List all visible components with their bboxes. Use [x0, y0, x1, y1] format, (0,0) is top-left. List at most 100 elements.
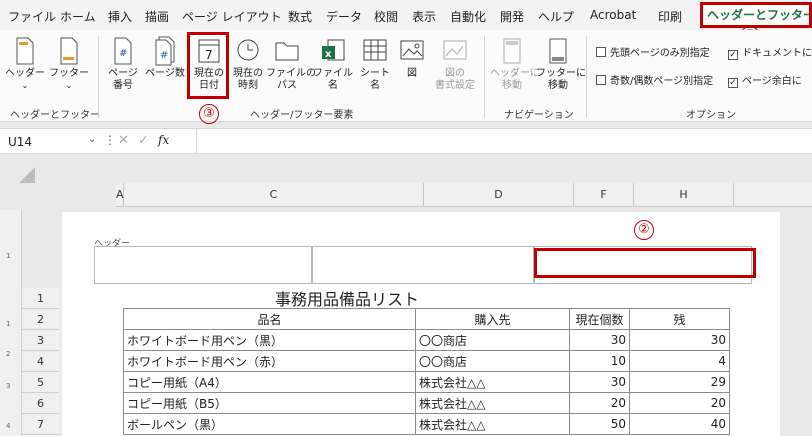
- row-header[interactable]: 2: [22, 309, 59, 330]
- ribbon: ヘッダー ⌄ フッター ⌄ ヘッダーとフッター # ページ 番号 # ページ数 7 …: [0, 30, 812, 122]
- svg-text:#: #: [160, 50, 168, 61]
- footer-button[interactable]: フッター ⌄: [48, 36, 90, 92]
- picture-button[interactable]: 図: [398, 36, 426, 80]
- goto-footer-button[interactable]: フッターに 移動: [536, 36, 586, 92]
- tab-data[interactable]: データ: [326, 8, 362, 25]
- ruler-mark: 1: [6, 252, 11, 260]
- row-header[interactable]: 3: [22, 330, 59, 351]
- cell-remaining[interactable]: 29: [629, 371, 730, 393]
- row-header[interactable]: 7: [22, 414, 59, 435]
- header-cell-remaining[interactable]: 残: [629, 308, 730, 330]
- page-number-button[interactable]: # ページ 番号: [104, 36, 142, 92]
- group-separator: [98, 36, 99, 118]
- tab-file[interactable]: ファイル: [8, 8, 56, 25]
- header-center-section[interactable]: [312, 246, 534, 284]
- tab-draw[interactable]: 描画: [145, 8, 169, 25]
- confirm-icon[interactable]: ✓: [138, 133, 149, 148]
- cell-item[interactable]: コピー用紙（B5）: [123, 392, 416, 414]
- cell-item[interactable]: ボールペン（黒）: [123, 413, 416, 435]
- column-header-d[interactable]: D: [424, 183, 574, 207]
- sheet-name-button[interactable]: シート名: [356, 36, 394, 92]
- cell-item[interactable]: ホワイトボード用ペン（黒）: [123, 329, 416, 351]
- tab-home[interactable]: ホーム: [60, 8, 96, 25]
- option-align-margins[interactable]: ✓ ページ余白に: [728, 72, 802, 88]
- row-header[interactable]: 1: [22, 288, 59, 309]
- chevron-down-icon[interactable]: ⌄: [88, 134, 96, 145]
- option-doc-label: ドキュメントに: [742, 48, 812, 59]
- header-cell-vendor[interactable]: 購入先: [415, 308, 570, 330]
- cell-vendor[interactable]: 〇〇商店: [415, 350, 570, 372]
- header-left-section[interactable]: [94, 246, 312, 284]
- formula-separator: [196, 129, 197, 153]
- cell-count[interactable]: 30: [569, 371, 630, 393]
- page-count-button[interactable]: # ページ数: [144, 36, 186, 80]
- format-picture-label: 図の 書式設定: [435, 68, 475, 91]
- file-name-button[interactable]: x ファイル名: [310, 36, 356, 92]
- option-different-first-page[interactable]: 先頭ページのみ別指定: [596, 44, 710, 59]
- column-header-c[interactable]: C: [124, 183, 424, 207]
- column-header-a[interactable]: A: [116, 183, 124, 207]
- group-label-header-footer: ヘッダーとフッター: [10, 110, 100, 121]
- cell-item[interactable]: コピー用紙（A4）: [123, 371, 416, 393]
- ruler-mark: 4: [6, 422, 11, 430]
- row-header[interactable]: 6: [22, 393, 59, 414]
- cell-item[interactable]: ホワイトボード用ペン（赤）: [123, 350, 416, 372]
- header-button-label: ヘッダー: [5, 68, 45, 79]
- cell-count[interactable]: 50: [569, 413, 630, 435]
- cell-vendor[interactable]: 株式会社△△: [415, 371, 570, 393]
- cell-count[interactable]: 30: [569, 329, 630, 351]
- goto-header-label: ヘッダーに 移動: [490, 68, 540, 91]
- tab-acrobat[interactable]: Acrobat: [590, 8, 636, 22]
- option-scale-with-document[interactable]: ✓ ドキュメントに: [728, 44, 812, 60]
- file-path-button[interactable]: ファイルの パス: [266, 36, 316, 92]
- table-row: コピー用紙（A4） 株式会社△△ 30 29: [123, 371, 730, 393]
- cell-count[interactable]: 20: [569, 392, 630, 414]
- tab-review[interactable]: 校閲: [374, 8, 398, 25]
- table-header-row: 品名 購入先 現在個数 残: [123, 308, 730, 330]
- cell-count[interactable]: 10: [569, 350, 630, 372]
- format-picture-button[interactable]: 図の 書式設定: [432, 36, 478, 92]
- name-box[interactable]: U14: [8, 135, 32, 149]
- cell-vendor[interactable]: 株式会社△△: [415, 392, 570, 414]
- column-headers: A C D F H: [116, 183, 812, 207]
- select-all-icon[interactable]: [18, 166, 36, 184]
- column-header-f[interactable]: F: [574, 183, 634, 207]
- tab-developer[interactable]: 開発: [500, 8, 524, 25]
- group-label-options: オプション: [686, 110, 736, 121]
- cell-remaining[interactable]: 40: [629, 413, 730, 435]
- goto-header-button[interactable]: ヘッダーに 移動: [490, 36, 540, 92]
- tab-automate[interactable]: 自動化: [450, 8, 486, 25]
- formula-bar: U14 ⌄ ⋮ ✕ ✓ fx: [0, 128, 812, 154]
- insert-function-icon[interactable]: fx: [158, 133, 169, 147]
- tab-page-layout[interactable]: ページ レイアウト: [182, 8, 282, 25]
- ruler-mark: 3: [6, 382, 11, 390]
- cell-remaining[interactable]: 20: [629, 392, 730, 414]
- highlight-header-right: [534, 248, 756, 278]
- row-header[interactable]: 4: [22, 351, 59, 372]
- tab-print[interactable]: 印刷: [658, 8, 682, 25]
- tab-insert[interactable]: 挿入: [108, 8, 132, 25]
- header-button[interactable]: ヘッダー ⌄: [4, 36, 46, 92]
- tab-view[interactable]: 表示: [412, 8, 436, 25]
- folder-icon: [275, 42, 299, 61]
- table-row: ボールペン（黒） 株式会社△△ 50 40: [123, 413, 730, 435]
- cell-remaining[interactable]: 30: [629, 329, 730, 351]
- cancel-icon[interactable]: ✕: [118, 133, 129, 148]
- tab-help[interactable]: ヘルプ: [538, 8, 574, 25]
- cell-remaining[interactable]: 4: [629, 350, 730, 372]
- header-cell-item[interactable]: 品名: [123, 308, 416, 330]
- tab-formulas[interactable]: 数式: [288, 8, 312, 25]
- column-header-h[interactable]: H: [634, 183, 734, 207]
- option-different-odd-even[interactable]: 奇数/偶数ページ別指定: [596, 72, 713, 87]
- goto-footer-label: フッターに 移動: [536, 68, 586, 91]
- row-header[interactable]: 5: [22, 372, 59, 393]
- checkbox-checked-icon: ✓: [728, 50, 738, 60]
- cell-vendor[interactable]: 〇〇商店: [415, 329, 570, 351]
- group-label-elements: ヘッダー/フッター要素: [250, 110, 354, 121]
- vertical-ruler: 1 1 2 3 4: [0, 210, 22, 436]
- current-time-button[interactable]: 現在の 時刻: [230, 36, 266, 92]
- header-cell-count[interactable]: 現在個数: [569, 308, 630, 330]
- sheet-title[interactable]: 事務用品備品リスト: [124, 286, 570, 310]
- tab-header-footer[interactable]: ヘッダーとフッター: [700, 2, 812, 28]
- cell-vendor[interactable]: 株式会社△△: [415, 413, 570, 435]
